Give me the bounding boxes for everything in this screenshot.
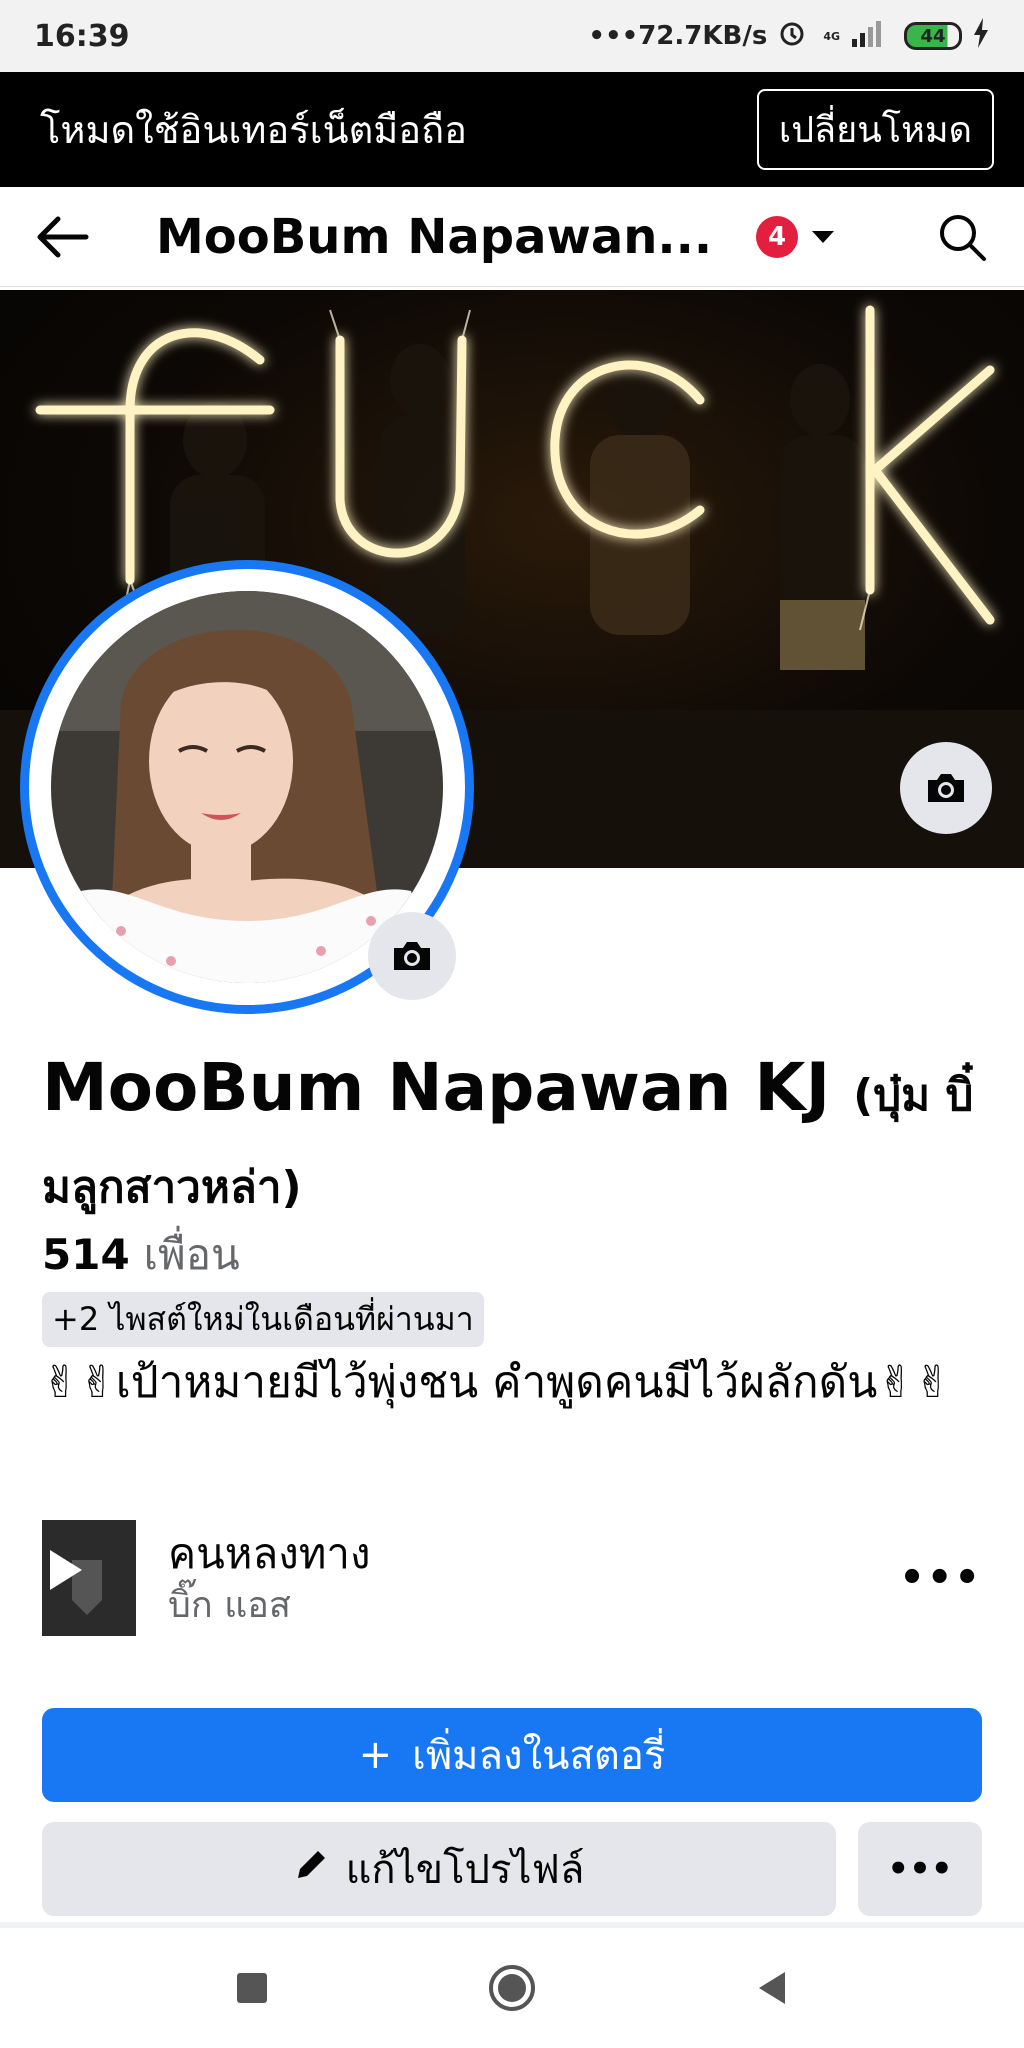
edit-profile-button[interactable]: แก้ไขโปรไฟล์ — [42, 1822, 836, 1916]
back-arrow-icon[interactable] — [30, 205, 94, 269]
friends-summary[interactable]: 514 เพื่อน — [42, 1222, 240, 1288]
switch-mode-button[interactable]: เปลี่ยนโหมด — [756, 89, 994, 170]
notification-badge[interactable]: 4 — [756, 215, 798, 258]
pencil-icon — [294, 1846, 330, 1892]
edit-cover-camera-icon[interactable] — [900, 742, 992, 834]
data-mode-banner: โหมดใช้อินเทอร์เน็ตมือถือ เปลี่ยนโหมด — [0, 72, 1024, 187]
friends-count: 514 — [42, 1230, 130, 1279]
song-title: คนหลงทาง — [168, 1529, 371, 1578]
music-text: คนหลงทาง บิ๊ก แอส — [168, 1526, 899, 1630]
add-to-story-label: เพิ่มลงในสตอรี่ — [412, 1733, 666, 1779]
song-artist: บิ๊ก แอส — [168, 1585, 291, 1626]
profile-music[interactable]: คนหลงทาง บิ๊ก แอส ••• — [42, 1520, 982, 1636]
nav-title: MooBum Napawan... — [156, 208, 713, 265]
profile-more-button[interactable]: ••• — [858, 1822, 982, 1916]
profile-name: MooBum Napawan KJ (บุ๋ม บิ๋มลูกสาวหล่า) — [42, 1046, 992, 1230]
signal-icon — [850, 19, 886, 54]
data-mode-text: โหมดใช้อินเทอร์เน็ตมือถือ — [40, 108, 467, 152]
system-navigation-bar — [0, 1928, 1024, 2048]
edit-avatar-camera-icon[interactable] — [368, 912, 456, 1000]
chevron-down-icon[interactable] — [812, 230, 834, 243]
plus-icon: + — [358, 1732, 393, 1778]
profile-full-name: MooBum Napawan KJ — [42, 1049, 831, 1126]
home-icon[interactable] — [482, 1958, 542, 2018]
music-more-icon[interactable]: ••• — [899, 1555, 982, 1601]
album-art[interactable] — [42, 1520, 136, 1636]
status-bar: 16:39 •••72.7KB/s 4G 44 — [0, 0, 1024, 72]
search-icon[interactable] — [930, 205, 994, 269]
profile-bio: ✌✌เป้าหมายมีไว้พุ่งชน คำพูดคนมีไว้ผลักดั… — [42, 1357, 952, 1408]
friends-label: เพื่อน — [143, 1230, 240, 1279]
alarm-icon — [777, 18, 807, 55]
battery-icon: 44 — [904, 22, 962, 50]
network-speed: •••72.7KB/s — [588, 21, 768, 51]
new-posts-badge[interactable]: +2 ไพสต์ใหม่ในเดือนที่ผ่านมา — [42, 1292, 484, 1347]
status-time: 16:39 — [34, 18, 130, 54]
add-to-story-button[interactable]: + เพิ่มลงในสตอรี่ — [42, 1708, 982, 1802]
top-nav-bar: MooBum Napawan... 4 — [0, 187, 1024, 287]
recents-icon[interactable] — [222, 1958, 282, 2018]
edit-profile-label: แก้ไขโปรไฟล์ — [345, 1847, 585, 1893]
back-triangle-icon[interactable] — [742, 1958, 802, 2018]
status-right: •••72.7KB/s 4G 44 — [588, 17, 990, 55]
network-type: 4G — [823, 29, 840, 43]
charging-icon — [972, 17, 990, 55]
